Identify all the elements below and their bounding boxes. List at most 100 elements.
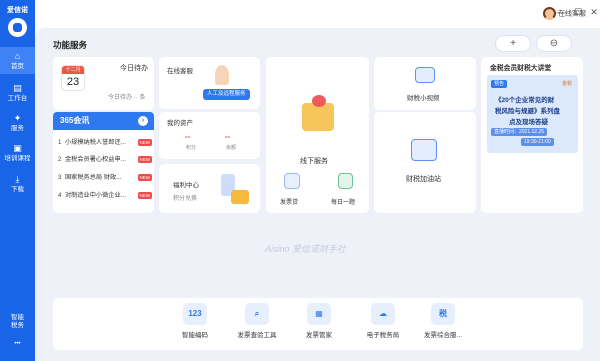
tax-station-label: 财税加油站 [406, 176, 441, 183]
balance-label: 余额 [226, 145, 237, 151]
tool-invoice-service[interactable]: 税 发票综合服... [413, 303, 473, 339]
tool-smart-code[interactable]: 123 智能编码 [165, 303, 225, 339]
more-icon[interactable]: ••• [0, 340, 35, 348]
news-text: 国家税务总局 财政... [65, 174, 122, 181]
section-title: 功能服务 [53, 40, 88, 50]
app-logo-icon [8, 18, 27, 37]
sidebar-item-label: 工作台 [7, 95, 28, 102]
news-list: 1 小规模纳税人誉郎还... NEW 2 金税会员暑心权益申... NEW 3 国家税… [53, 130, 154, 213]
download-icon: ⤓ [15, 174, 20, 184]
app-name: 爱信诺 [7, 7, 28, 14]
balance-value: -- [225, 132, 231, 141]
todo-title: 今日待办 [120, 65, 148, 72]
sidebar-item-label: 下载 [11, 186, 24, 193]
news-text: 小规模纳税人誉郎还... [65, 139, 126, 146]
add-button[interactable]: + [495, 35, 531, 52]
lecture-title: 金税会员财税大讲堂 [490, 65, 552, 72]
online-service-card[interactable]: 在线客服 人工及远程服务 [159, 57, 260, 109]
lecture-time: 直播时间：2021.12.26 [491, 128, 548, 136]
tool-label: 发票综合服... [424, 332, 462, 339]
video-card[interactable]: 财税小视频 [374, 57, 476, 110]
service-icon: ✦ [13, 113, 22, 123]
lecture-time-range: 19:30-21:00 [521, 138, 554, 146]
daily-question-icon [338, 173, 353, 189]
sidebar-item-label: 服务 [11, 125, 24, 132]
sidebar-item-label: 培训课程 [4, 155, 31, 162]
watermark: Aisino 爱信诺财手社 [265, 244, 347, 254]
heart-icon [312, 95, 326, 107]
list-item[interactable]: 2 金税会员暑心权益申... NEW [58, 154, 152, 166]
lecture-line-2: 税风险与规避》系列盘 [495, 108, 560, 115]
minimize-icon[interactable]: — [555, 6, 567, 18]
invoice-manager-icon: ▦ [307, 303, 331, 325]
assets-title: 我的资产 [167, 120, 193, 127]
news-title: 365会讯 [60, 116, 90, 125]
tool-label: 发票管家 [306, 332, 332, 339]
sidebar-item-service[interactable]: ✦ 服务 [0, 109, 35, 136]
sidebar-item-home[interactable]: ⌂ 首页 [0, 47, 35, 74]
list-item[interactable]: 3 国家税务总局 财政... NEW [58, 172, 152, 184]
news-text: 金税会员暑心权益申... [65, 156, 126, 163]
calendar-month: 十二月 [62, 66, 84, 74]
lecture-line-1: 《20个企业常见的财 [495, 97, 555, 104]
news-text: 对制造业中小微企业... [65, 192, 126, 199]
new-badge: NEW [137, 139, 152, 146]
invoice-check-icon: ⌕ [245, 303, 269, 325]
sidebar-item-courses[interactable]: ▣ 培训课程 [0, 139, 35, 166]
home-icon: ⌂ [14, 51, 21, 61]
points-value: -- [185, 132, 191, 141]
loan-icon [284, 173, 300, 189]
daily-question-label: 每日一题 [331, 200, 356, 206]
offline-service-icon [302, 103, 334, 131]
new-badge: NEW [137, 156, 152, 163]
invoice-loan-label: 发票贷 [280, 200, 299, 206]
tool-label: 智能编码 [182, 332, 208, 339]
sidebar: 爱信诺 ⌂ 首页 ▤ 工作台 ✦ 服务 ▣ 培训课程 ⤓ 下载 智能 税务 ••… [0, 0, 35, 361]
news-header[interactable]: 365会讯 › [53, 112, 154, 130]
close-icon[interactable]: ✕ [588, 6, 600, 18]
assets-card[interactable]: 我的资产 -- 积分 -- 余额 [159, 112, 260, 159]
welfare-title: 福利中心 [173, 182, 199, 189]
todo-card[interactable]: 十二月 23 今日待办 今日待办 ·· 条 [53, 57, 154, 110]
agent-illustration [215, 65, 229, 85]
gift-icon [231, 190, 249, 204]
list-item[interactable]: 1 小规模纳税人誉郎还... NEW [58, 137, 152, 149]
preview-tag: 预告 [491, 80, 508, 88]
video-icon [415, 67, 435, 83]
lecture-card[interactable]: 金税会员财税大讲堂 预告 金税 《20个企业常见的财 税风险与规避》系列盘 点及… [481, 57, 583, 213]
smart-tax-label-1: 智能 [11, 314, 24, 321]
invoice-loan-card[interactable]: 发票贷 [266, 164, 317, 213]
lecture-banner[interactable]: 预告 金税 《20个企业常见的财 税风险与规避》系列盘 点及现场答疑 直播时间：… [487, 75, 578, 153]
points-label: 积分 [186, 145, 197, 151]
new-badge: NEW [137, 174, 152, 181]
title-bar: 在线客服 — ☐ ✕ [35, 0, 600, 28]
tax-station-card[interactable]: 财税加油站 [374, 112, 476, 213]
tool-invoice-check[interactable]: ⌕ 发票查验工具 [227, 303, 287, 339]
tax-station-icon [411, 139, 437, 161]
smart-tax-button[interactable]: 智能 税务 [0, 314, 35, 330]
online-service-title: 在线客服 [167, 68, 193, 75]
workbench-icon: ▤ [13, 83, 22, 93]
main-content: 功能服务 + ⊖ 十二月 23 今日待办 今日待办 ·· 条 365会讯 › 1… [35, 28, 600, 361]
chevron-right-icon[interactable]: › [138, 116, 148, 126]
remote-service-badge: 人工及远程服务 [203, 89, 250, 100]
tool-e-tax-bureau[interactable]: ☁ 电子税务局 [353, 303, 413, 339]
invoice-service-icon: 税 [431, 303, 455, 325]
video-label: 财税小视频 [407, 95, 440, 102]
daily-question-card[interactable]: 每日一题 [321, 164, 369, 213]
course-icon: ▣ [13, 143, 22, 153]
smart-code-icon: 123 [183, 303, 207, 325]
sidebar-item-workbench[interactable]: ▤ 工作台 [0, 79, 35, 106]
e-tax-bureau-icon: ☁ [371, 303, 395, 325]
settings-button[interactable]: ⊖ [536, 35, 572, 52]
maximize-icon[interactable]: ☐ [572, 6, 584, 18]
tool-label: 电子税务局 [366, 332, 400, 339]
list-item[interactable]: 4 对制造业中小微企业... NEW [58, 190, 152, 202]
calendar-day: 23 [66, 76, 80, 88]
lecture-line-3: 点及现场答疑 [509, 119, 548, 126]
sidebar-item-download[interactable]: ⤓ 下载 [0, 170, 35, 197]
tool-invoice-manager[interactable]: ▦ 发票管家 [289, 303, 349, 339]
welfare-card[interactable]: 福利中心 积分兑换 [159, 164, 260, 213]
new-badge: NEW [137, 192, 152, 199]
calendar-icon: 十二月 23 [61, 65, 85, 91]
